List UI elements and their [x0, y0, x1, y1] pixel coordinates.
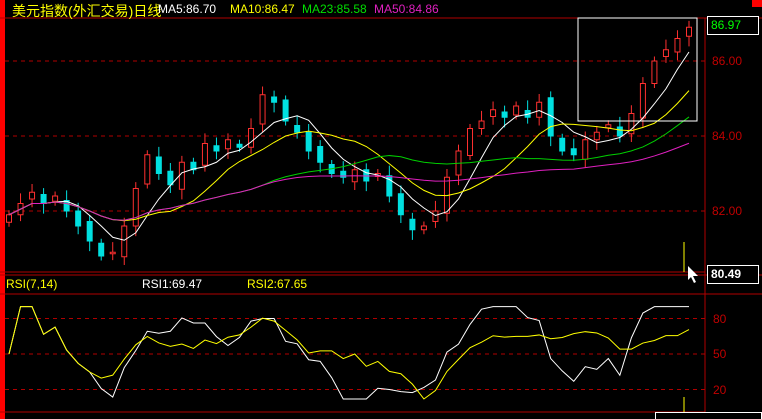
- chart-window[interactable]: 美元指数(外汇交易)日线 MA5:86.70 MA10:86.47 MA23:8…: [0, 0, 762, 419]
- candle-down: [559, 137, 566, 152]
- candle-up: [29, 191, 36, 200]
- cursor-price-box: 80.49: [707, 265, 759, 284]
- price-label-84: 84.00: [712, 129, 743, 143]
- ma23-line: [8, 116, 690, 221]
- candle-up: [686, 26, 692, 37]
- candle-up: [109, 251, 116, 255]
- candle-up: [639, 83, 646, 119]
- rsi-level-50: 50: [713, 347, 727, 361]
- candle-up: [259, 94, 266, 125]
- corner-marker: [752, 0, 762, 7]
- candle-down: [409, 218, 416, 231]
- candle-up: [662, 49, 669, 57]
- candle-up: [52, 195, 59, 202]
- date-box: [655, 412, 762, 419]
- candle-down: [40, 194, 47, 204]
- candle-up: [224, 139, 231, 150]
- zoom-inset-box: [577, 17, 698, 122]
- candle-up: [513, 105, 520, 116]
- rsi1-line: [8, 306, 689, 400]
- candle-up: [467, 128, 474, 156]
- candle-down: [98, 242, 105, 257]
- rsi-level-80: 80: [713, 312, 727, 326]
- candle-down: [86, 221, 93, 242]
- ma50-label: MA50:84.86: [374, 2, 439, 16]
- rsi2-line: [8, 306, 690, 400]
- candle-up: [178, 161, 185, 190]
- candle-up: [132, 188, 139, 227]
- candle-up: [248, 128, 255, 148]
- candle-up: [582, 139, 589, 160]
- chart-title: 美元指数(外汇交易)日线: [12, 3, 162, 19]
- candle-down: [294, 125, 301, 133]
- price-label-86: 86.00: [712, 54, 743, 68]
- candle-up: [420, 225, 427, 231]
- candle-down: [75, 210, 82, 227]
- candle-down: [167, 170, 174, 186]
- candle-down: [397, 193, 404, 216]
- candle-up: [651, 60, 658, 84]
- price-label-82: 82.00: [712, 204, 743, 218]
- ma5-label: MA5:86.70: [158, 2, 217, 16]
- candle-down: [616, 126, 623, 137]
- rsi-title: RSI(7,14): [6, 277, 58, 291]
- candle-down: [213, 145, 220, 152]
- candle-up: [121, 225, 128, 258]
- last-price-box: 86.97: [707, 16, 759, 35]
- candle-down: [155, 156, 162, 174]
- candle-down: [236, 143, 243, 148]
- candle-down: [570, 148, 577, 156]
- candle-down: [305, 131, 312, 152]
- candle-up: [478, 120, 485, 129]
- rsi2-value: RSI2:67.65: [247, 277, 308, 291]
- ma23-label: MA23:85.58: [302, 2, 367, 16]
- mouse-pointer-icon: [688, 266, 698, 283]
- candle-up: [490, 109, 497, 117]
- rsi-level-20: 20: [713, 383, 727, 397]
- rsi1-value: RSI1:69.47: [142, 277, 203, 291]
- candle-up: [605, 124, 612, 129]
- candle-up: [201, 143, 208, 166]
- candle-up: [536, 101, 543, 118]
- candle-up: [674, 38, 681, 53]
- candle-down: [501, 111, 508, 118]
- candle-up: [432, 210, 439, 222]
- ma10-label: MA10:86.47: [230, 2, 295, 16]
- candle-down: [317, 146, 324, 163]
- left-border: [0, 0, 5, 419]
- candle-up: [144, 154, 151, 185]
- candle-down: [271, 96, 278, 103]
- chart-canvas[interactable]: [0, 0, 762, 419]
- candle-up: [593, 131, 600, 141]
- candle-up: [6, 214, 12, 223]
